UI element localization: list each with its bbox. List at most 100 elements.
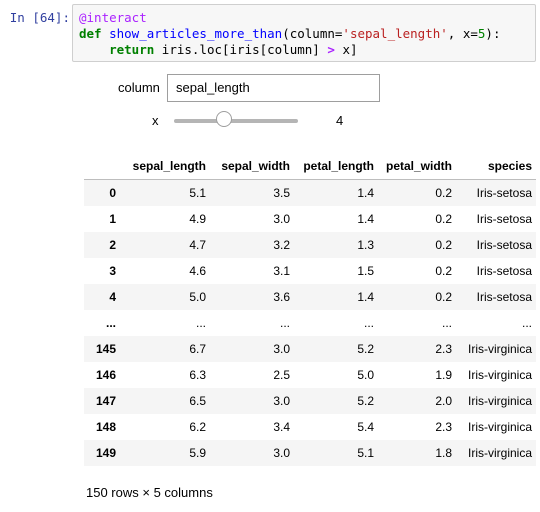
row-index: 3 xyxy=(109,264,116,278)
table-cell: 3.0 xyxy=(273,342,290,356)
table-cell: 1.3 xyxy=(357,238,374,252)
table-cell: 3.0 xyxy=(273,212,290,226)
x-slider-handle[interactable] xyxy=(215,111,232,127)
row-index: 146 xyxy=(95,368,116,382)
params-close: ): xyxy=(485,26,501,41)
table-cell: 3.6 xyxy=(273,290,290,304)
table-cell: 0.2 xyxy=(435,238,452,252)
table-row: 147 6.5 3.0 5.2 2.0 Iris-virginica xyxy=(84,388,536,414)
table-cell: 5.1 xyxy=(189,186,206,200)
table-cell: 3.2 xyxy=(273,238,290,252)
column-text-input[interactable]: sepal_length xyxy=(167,74,380,102)
table-cell: Iris-virginica xyxy=(467,446,532,460)
table-cell: 2.3 xyxy=(435,420,452,434)
table-cell: 4.7 xyxy=(189,238,206,252)
table-cell: 1.8 xyxy=(435,446,452,460)
table-cell: 0.2 xyxy=(435,290,452,304)
table-cell: 5.4 xyxy=(357,420,374,434)
table-cell: ... xyxy=(441,316,452,330)
table-row: 145 6.7 3.0 5.2 2.3 Iris-virginica xyxy=(84,336,536,362)
params-mid: , x= xyxy=(447,26,478,41)
function-name: show_articles_more_than xyxy=(109,26,283,41)
table-cell: 2.5 xyxy=(273,368,290,382)
table-cell: Iris-virginica xyxy=(467,342,532,356)
column-header: species xyxy=(456,153,536,180)
table-cell: Iris-setosa xyxy=(476,186,532,200)
x-slider-track[interactable] xyxy=(174,119,298,123)
index-header xyxy=(84,153,120,180)
table-cell: ... xyxy=(521,316,532,330)
table-row: .................. xyxy=(84,310,536,336)
table-cell: Iris-setosa xyxy=(476,238,532,252)
table-row: 0 5.1 3.5 1.4 0.2 Iris-setosa xyxy=(84,179,536,206)
row-index: 147 xyxy=(95,394,116,408)
table-cell: 5.9 xyxy=(189,446,206,460)
code-cell-input[interactable]: @interact def show_articles_more_than(co… xyxy=(72,4,536,62)
table-cell: 5.0 xyxy=(189,290,206,304)
table-cell: 3.0 xyxy=(273,446,290,460)
table-cell: 3.1 xyxy=(273,264,290,278)
table-cell: 6.2 xyxy=(189,420,206,434)
table-cell: Iris-virginica xyxy=(467,394,532,408)
table-cell: 3.0 xyxy=(273,394,290,408)
table-cell: 1.5 xyxy=(357,264,374,278)
row-index: 145 xyxy=(95,342,116,356)
cell-prompt: In [64]: xyxy=(9,10,70,25)
table-row: 3 4.6 3.1 1.5 0.2 Iris-setosa xyxy=(84,258,536,284)
table-cell: ... xyxy=(363,316,374,330)
table-cell: 2.3 xyxy=(435,342,452,356)
table-cell: 6.5 xyxy=(189,394,206,408)
row-count-summary: 150 rows × 5 columns xyxy=(86,485,213,500)
row-index: 1 xyxy=(109,212,116,226)
column-header: sepal_width xyxy=(210,153,294,180)
row-index: 0 xyxy=(109,186,116,200)
table-cell: 5.0 xyxy=(357,368,374,382)
return-expr-b: x] xyxy=(342,42,358,57)
table-row: 149 5.9 3.0 5.1 1.8 Iris-virginica xyxy=(84,440,536,466)
row-index: 4 xyxy=(109,290,116,304)
table-cell: Iris-virginica xyxy=(467,368,532,382)
def-keyword: def xyxy=(79,26,102,41)
table-cell: ... xyxy=(195,316,206,330)
return-expr-a: iris.loc[iris[column] xyxy=(161,42,320,57)
table-cell: 0.2 xyxy=(435,186,452,200)
table-row: 148 6.2 3.4 5.4 2.3 Iris-virginica xyxy=(84,414,536,440)
table-cell: 3.5 xyxy=(273,186,290,200)
table-row: 4 5.0 3.6 1.4 0.2 Iris-setosa xyxy=(84,284,536,310)
x-slider-value: 4 xyxy=(336,113,344,128)
table-cell: 5.2 xyxy=(357,394,374,408)
table-cell: 3.4 xyxy=(273,420,290,434)
return-keyword: return xyxy=(109,42,155,57)
row-index: 148 xyxy=(95,420,116,434)
column-header: petal_width xyxy=(378,153,456,180)
decorator-token: @interact xyxy=(79,10,147,25)
table-cell: ... xyxy=(279,316,290,330)
params-open: (column= xyxy=(282,26,343,41)
x-slider-label: x xyxy=(152,113,159,128)
row-index: ... xyxy=(105,316,116,330)
gt-operator: > xyxy=(327,42,335,57)
table-cell: 6.3 xyxy=(189,368,206,382)
column-header: petal_length xyxy=(294,153,378,180)
column-header: sepal_length xyxy=(120,153,210,180)
table-cell: 1.4 xyxy=(357,290,374,304)
table-cell: Iris-virginica xyxy=(467,420,532,434)
table-cell: Iris-setosa xyxy=(476,290,532,304)
table-cell: 4.6 xyxy=(189,264,206,278)
table-row: 1 4.9 3.0 1.4 0.2 Iris-setosa xyxy=(84,206,536,232)
table-cell: 1.4 xyxy=(357,186,374,200)
table-cell: Iris-setosa xyxy=(476,212,532,226)
table-row: 2 4.7 3.2 1.3 0.2 Iris-setosa xyxy=(84,232,536,258)
table-cell: 1.4 xyxy=(357,212,374,226)
dataframe-table: sepal_length sepal_width petal_length pe… xyxy=(84,153,536,466)
table-cell: 4.9 xyxy=(189,212,206,226)
table-cell: 5.2 xyxy=(357,342,374,356)
table-cell: 1.9 xyxy=(435,368,452,382)
table-cell: 0.2 xyxy=(435,212,452,226)
param-string: 'sepal_length' xyxy=(342,26,448,41)
table-cell: 2.0 xyxy=(435,394,452,408)
column-label: column xyxy=(118,80,160,95)
row-index: 149 xyxy=(95,446,116,460)
table-row: 146 6.3 2.5 5.0 1.9 Iris-virginica xyxy=(84,362,536,388)
table-cell: 0.2 xyxy=(435,264,452,278)
